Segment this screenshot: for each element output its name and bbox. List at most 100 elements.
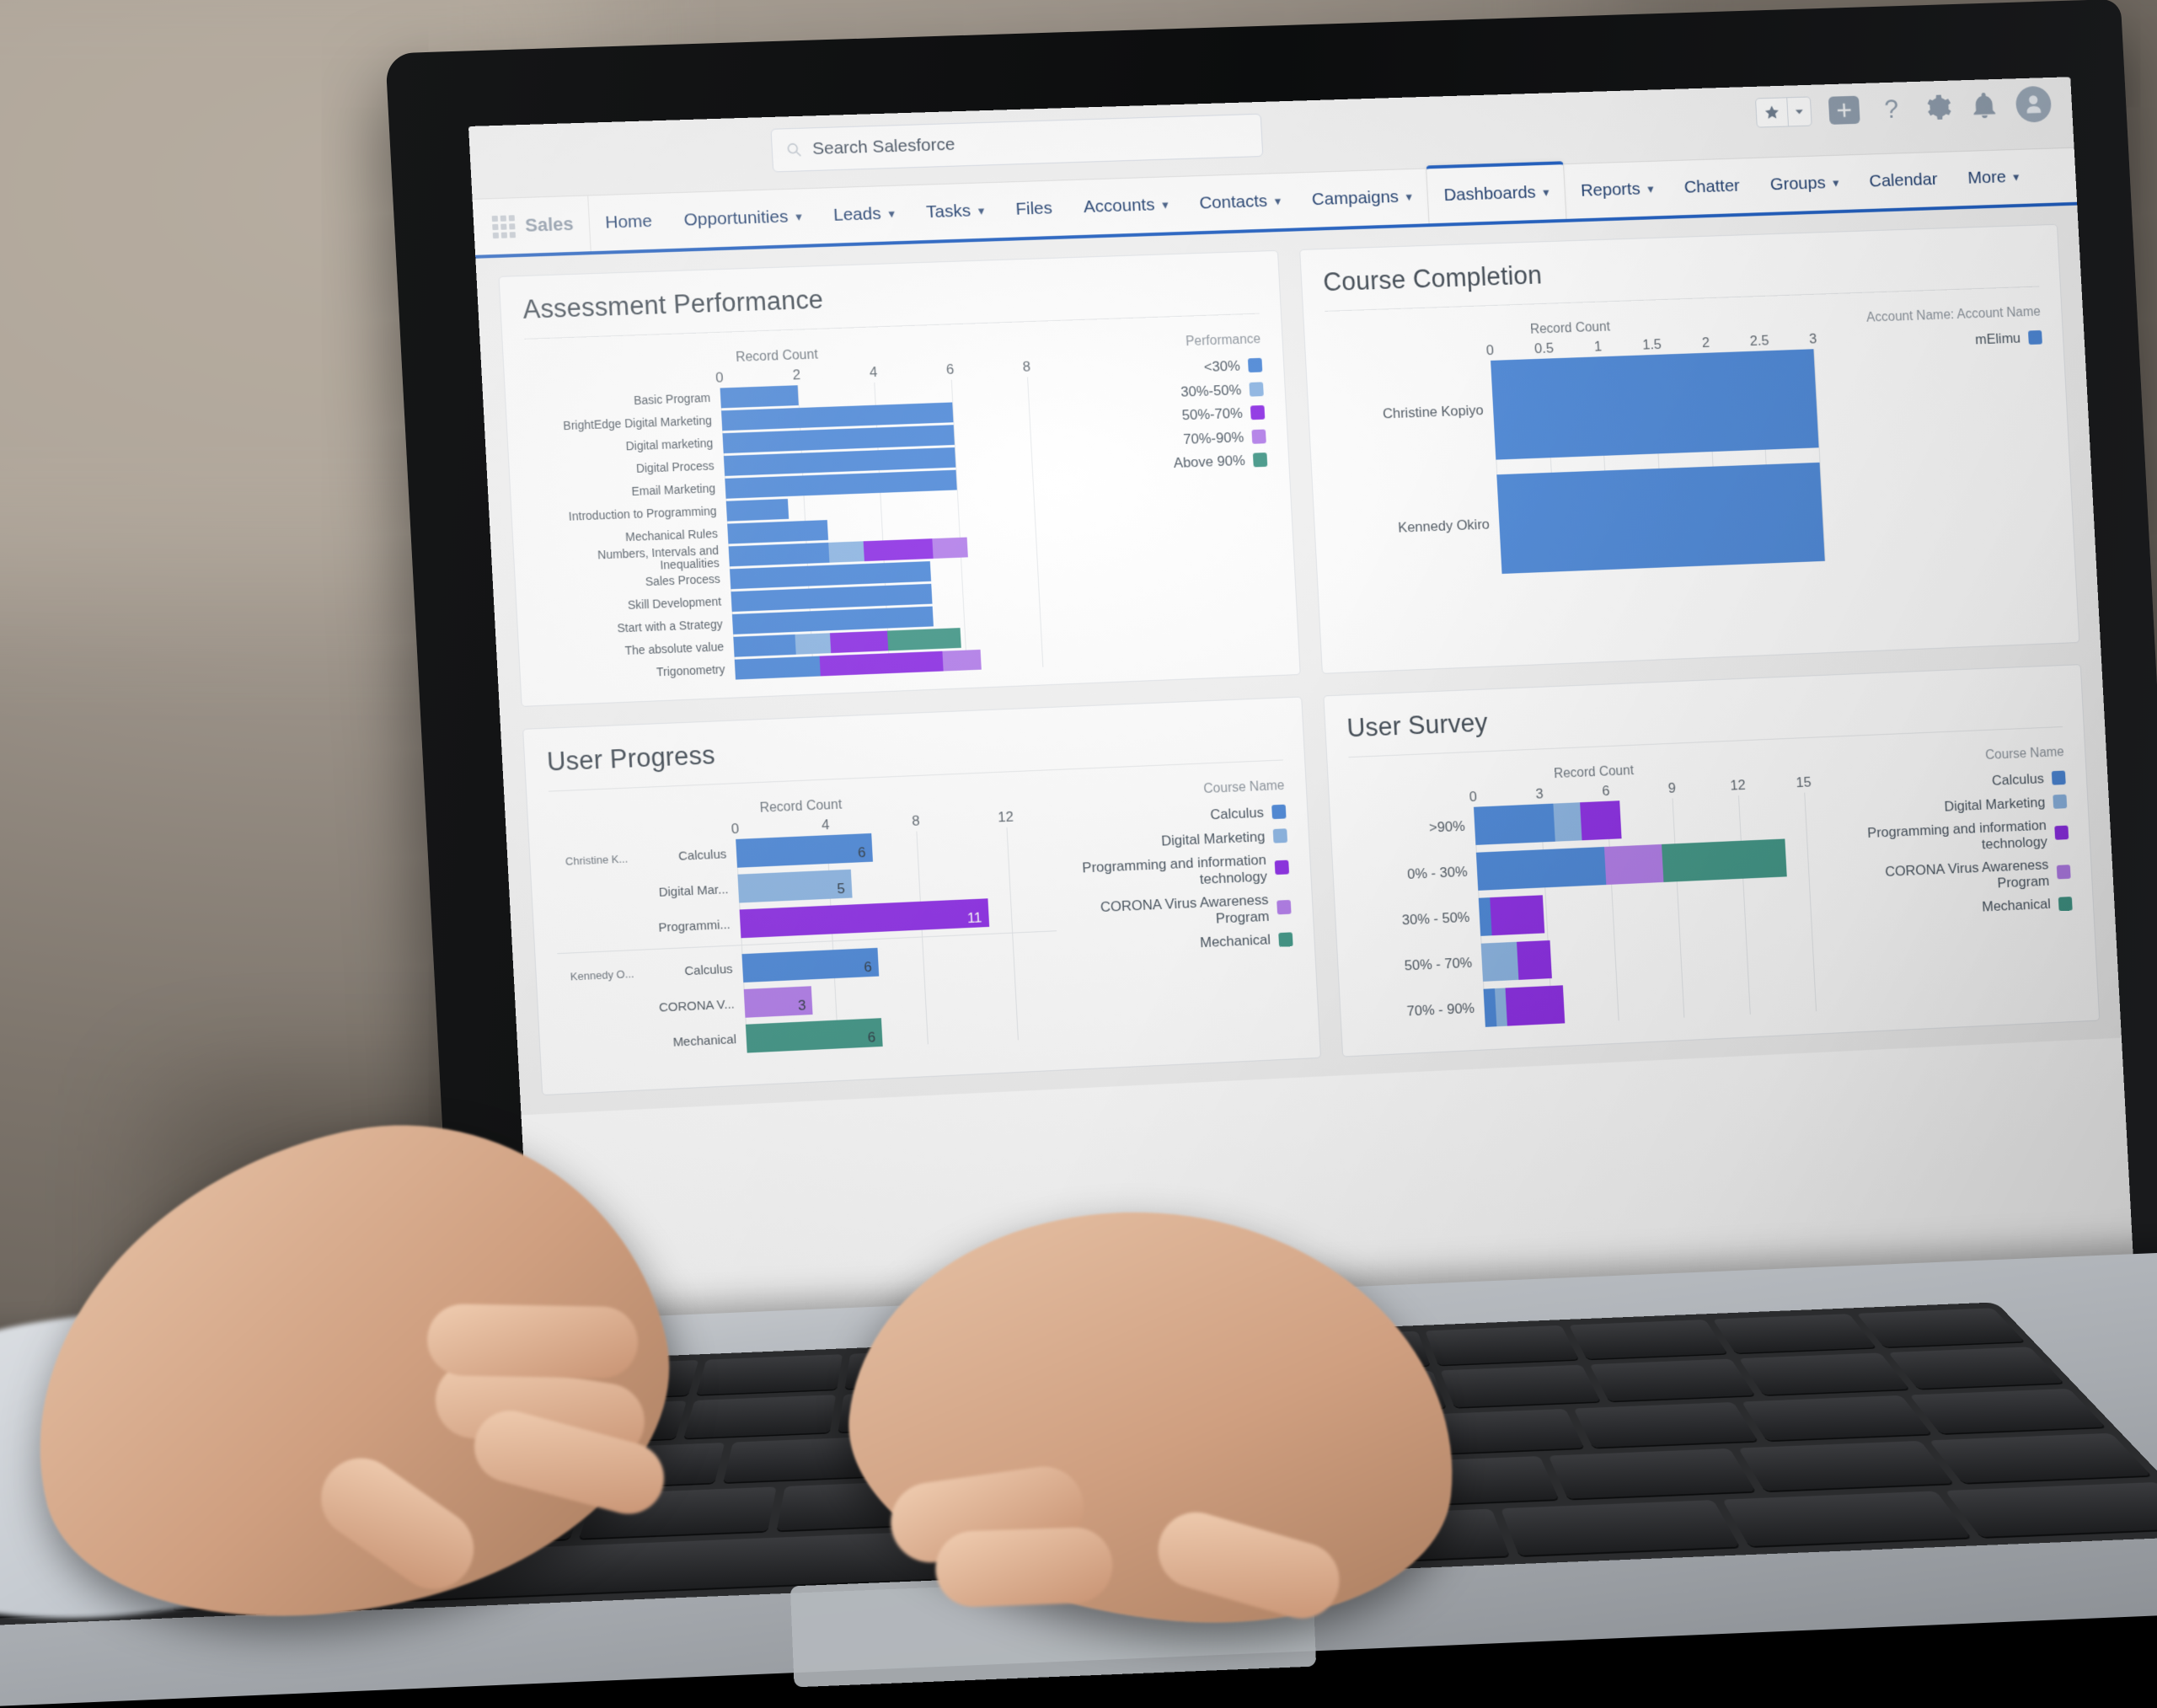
global-actions-plus-icon[interactable] (1828, 96, 1860, 125)
chevron-down-icon[interactable]: ▾ (2013, 169, 2020, 185)
axis-tick-label: 4 (822, 817, 830, 833)
legend-item-label: Calculus (1210, 805, 1264, 823)
nav-item-campaigns[interactable]: Campaigns▾ (1295, 169, 1429, 228)
bar-segment[interactable] (1662, 838, 1786, 881)
bar-segment[interactable] (795, 633, 830, 654)
nav-item-opportunities[interactable]: Opportunities▾ (666, 189, 819, 249)
legend-item[interactable]: <30% (1040, 357, 1262, 382)
bar-segment[interactable] (819, 651, 943, 677)
nav-item-dashboards[interactable]: Dashboards▾ (1426, 161, 1566, 223)
bar-segment[interactable] (887, 628, 961, 651)
bar-segment[interactable] (1490, 895, 1544, 935)
axis-tick-label: 0 (1485, 342, 1494, 359)
bar-segment[interactable]: 5 (737, 870, 852, 903)
legend-item[interactable]: Above 90% (1045, 452, 1267, 476)
nav-item-home[interactable]: Home (588, 193, 670, 251)
bar-segment[interactable] (733, 634, 795, 657)
bar-segment[interactable] (1580, 800, 1622, 840)
bar-row[interactable]: Kennedy Okiro (1334, 463, 1825, 581)
card-title: User Progress (546, 716, 1282, 777)
bar-segment[interactable]: 6 (736, 833, 873, 868)
chart-user-survey[interactable]: Record Count 03691215 >90%0% - 30%30% - … (1350, 755, 1849, 1041)
nav-item-calendar[interactable]: Calendar (1853, 152, 1954, 209)
nav-item-files[interactable]: Files (998, 180, 1069, 238)
bar-row-label: BrightEdge Digital Marketing (529, 415, 722, 435)
chevron-down-icon[interactable]: ▾ (888, 206, 895, 222)
bar-segment[interactable] (720, 385, 799, 408)
legend-item[interactable]: Digital Marketing (1850, 793, 2067, 818)
bar-segment[interactable] (735, 656, 821, 680)
legend-item[interactable]: Mechanical (1070, 931, 1293, 957)
bar-row-label: Calculus (636, 846, 737, 865)
chevron-down-icon[interactable]: ▾ (1405, 190, 1412, 205)
bar-segment[interactable]: 3 (744, 986, 813, 1018)
legend-item[interactable]: CORONA Virus Awareness Program (1854, 856, 2071, 898)
bar-segment[interactable] (828, 541, 864, 562)
legend-item[interactable]: Programming and information technology (1852, 817, 2069, 858)
user-avatar[interactable] (2015, 86, 2053, 123)
bar-row[interactable]: Christine Kopiyo (1328, 349, 1819, 466)
favorites-star-icon[interactable] (1756, 98, 1788, 126)
legend-item[interactable]: Programming and information technology (1066, 851, 1289, 893)
chevron-down-icon[interactable]: ▾ (977, 203, 984, 218)
bar-segment[interactable] (932, 538, 967, 559)
nav-item-tasks[interactable]: Tasks▾ (909, 183, 1002, 241)
bar-segment[interactable] (942, 650, 982, 672)
bar-segment[interactable] (1604, 844, 1663, 885)
legend-item[interactable]: Mechanical (1856, 895, 2073, 921)
chevron-down-icon[interactable]: ▾ (1647, 181, 1654, 196)
bar-segment[interactable] (1491, 349, 1819, 459)
nav-item-groups[interactable]: Groups▾ (1753, 155, 1855, 212)
bar[interactable] (1491, 349, 1819, 459)
bar-segment[interactable] (830, 631, 889, 654)
help-icon[interactable]: ? (1876, 94, 1907, 124)
bar-segment[interactable] (864, 538, 934, 561)
chart-assessment-performance[interactable]: Record Count 02468 Basic ProgramBrightEd… (526, 340, 1043, 690)
bar-segment[interactable] (1506, 985, 1566, 1025)
legend-item[interactable]: 30%-50% (1041, 381, 1263, 405)
app-launcher[interactable]: Sales (484, 195, 591, 254)
legend-item[interactable]: 50%-70% (1042, 404, 1265, 429)
legend-item[interactable]: 70%-90% (1044, 428, 1266, 452)
chevron-down-icon[interactable]: ▾ (1543, 185, 1550, 200)
favorites-dropdown-icon[interactable] (1786, 97, 1811, 126)
bar[interactable] (1496, 463, 1824, 574)
bar-segment[interactable] (1481, 942, 1518, 982)
bar-segment[interactable] (1474, 804, 1555, 845)
chart-user-progress[interactable]: Record Count 04812 Christine K...Calculu… (549, 789, 1062, 1068)
nav-item-chatter[interactable]: Chatter (1667, 158, 1757, 216)
nav-item-label: Files (1015, 199, 1053, 220)
legend-item[interactable]: CORONA Virus Awareness Program (1068, 891, 1292, 933)
legend-item[interactable]: Digital Marketing (1065, 827, 1287, 854)
bar-segment[interactable] (729, 543, 830, 566)
bar-segment[interactable] (1517, 940, 1552, 980)
search-icon (785, 142, 803, 158)
legend-item[interactable]: mElimu (1826, 329, 2042, 353)
bar-segment[interactable]: 6 (746, 1018, 883, 1052)
bar-segment[interactable] (727, 520, 828, 543)
nav-item-label: Contacts (1199, 191, 1268, 213)
bar-segment[interactable] (1476, 847, 1607, 891)
bar-segment[interactable] (1554, 802, 1582, 841)
search-input[interactable]: Search Salesforce (770, 114, 1263, 173)
bar-segment[interactable] (726, 499, 789, 522)
chevron-down-icon[interactable]: ▾ (1833, 175, 1839, 190)
legend-item-label: Programming and information technology (1852, 817, 2048, 858)
bar-segment[interactable] (1496, 463, 1824, 574)
favorites-control[interactable] (1755, 96, 1812, 127)
chart-course-completion[interactable]: Record Count 00.511.522.53 Christine Kop… (1325, 313, 1825, 595)
nav-item-leads[interactable]: Leads▾ (816, 185, 913, 244)
nav-item-more[interactable]: More▾ (1951, 149, 2036, 206)
chevron-down-icon[interactable]: ▾ (795, 209, 802, 224)
chevron-down-icon[interactable]: ▾ (1274, 194, 1281, 209)
bar-value-label: 6 (864, 959, 872, 976)
legend-item[interactable]: Calculus (1063, 804, 1286, 830)
legend-performance: Performance <30%30%-50%50%-70%70%-90%Abo… (1025, 332, 1278, 669)
notifications-bell-icon[interactable] (1969, 91, 1999, 121)
chevron-down-icon[interactable]: ▾ (1162, 197, 1169, 212)
nav-item-accounts[interactable]: Accounts▾ (1067, 177, 1186, 236)
nav-item-reports[interactable]: Reports▾ (1564, 161, 1670, 219)
nav-item-contacts[interactable]: Contacts ▾ (1182, 173, 1298, 231)
legend-item[interactable]: Calculus (1849, 770, 2066, 795)
setup-gear-icon[interactable] (1923, 92, 1953, 122)
